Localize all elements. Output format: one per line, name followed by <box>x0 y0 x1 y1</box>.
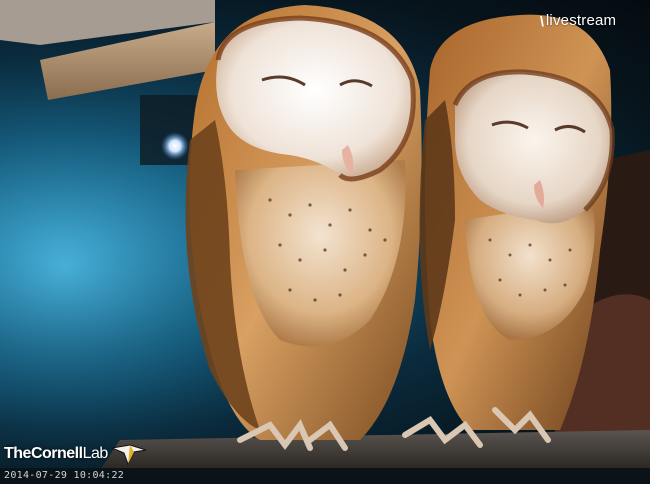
livestream-mark-icon: \ <box>540 12 544 29</box>
barn-owl-left <box>185 5 422 451</box>
infrared-lamp <box>161 132 189 160</box>
cornell-lab-wordmark: TheCornellLab <box>4 445 108 462</box>
cornell-lab-logo: TheCornellLab <box>4 442 148 466</box>
barn-owls-scene <box>0 0 650 484</box>
video-timestamp: 2014-07-29 10:04:22 <box>4 470 125 481</box>
livestream-wordmark: livestream <box>545 12 617 29</box>
cornell-bird-icon <box>109 444 146 466</box>
webcam-frame: \ livestream TheCornellLab 2014-07-29 10… <box>0 0 650 484</box>
livestream-logo: \ livestream <box>540 12 616 29</box>
